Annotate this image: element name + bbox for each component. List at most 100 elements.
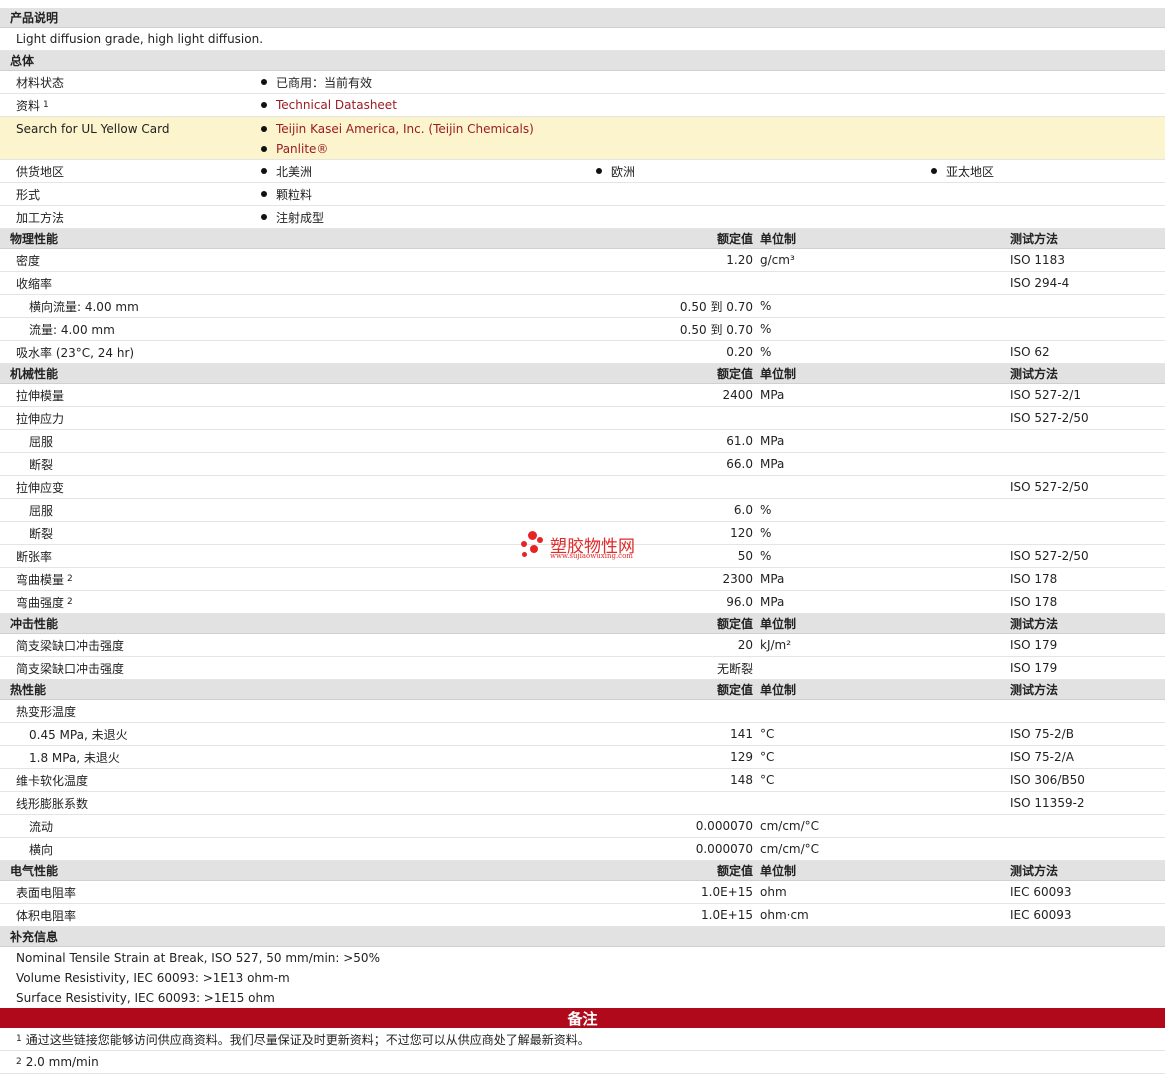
bullet-icon: [261, 146, 267, 152]
property-value: 0.50 到 0.70: [679, 299, 753, 314]
property-label: 简支梁缺口冲击强度: [16, 638, 125, 653]
section-title: 补充信息: [10, 930, 59, 944]
column-header-unit: 单位制: [760, 683, 797, 697]
section-title: 机械性能: [10, 367, 59, 381]
property-value: 1.0E+15: [701, 908, 753, 922]
property-label: 0.45 MPa, 未退火: [29, 727, 128, 742]
section-header-description: 产品说明: [0, 8, 1165, 28]
section-header-general: 总体: [0, 51, 1165, 71]
section-header-electrical: 电气性能 额定值 单位制 测试方法: [0, 861, 1165, 881]
property-unit: %: [760, 299, 772, 313]
bullet-icon: [261, 125, 267, 132]
property-value: 120: [730, 526, 753, 540]
column-header-nominal: 额定值: [716, 232, 753, 246]
property-row: 热变形温度: [0, 700, 1165, 723]
property-value: 1.20: [726, 253, 753, 267]
section-header-physical: 物理性能 额定值 单位制 测试方法: [0, 229, 1165, 249]
regions-label: 供货地区: [16, 164, 65, 179]
property-row: 拉伸模量 2400 MPa ISO 527-2/1: [0, 384, 1165, 407]
yellow-card-item: Panlite®: [261, 138, 328, 160]
bullet-icon: [261, 79, 267, 85]
property-method: ISO 178: [1010, 572, 1058, 586]
property-label: 断裂: [29, 457, 54, 472]
section-header-thermal: 热性能 额定值 单位制 测试方法: [0, 680, 1165, 700]
watermark-logo: 塑胶物性网 www.sujiaowuxing.com: [520, 527, 660, 567]
property-row: 屈服 61.0 MPa: [0, 430, 1165, 453]
property-value: 141: [730, 727, 753, 741]
property-unit: kJ/m²: [760, 638, 792, 652]
property-row: 简支梁缺口冲击强度 20 kJ/m² ISO 179: [0, 634, 1165, 657]
property-label: 屈服: [29, 503, 54, 518]
property-method: ISO 1183: [1010, 253, 1065, 267]
property-label: 吸水率 (23°C, 24 hr): [16, 345, 135, 360]
footnote-ref: 2: [67, 574, 73, 584]
property-label: 1.8 MPa, 未退火: [29, 750, 120, 765]
property-row: 收缩率 ISO 294-4: [0, 272, 1165, 295]
yellow-card-label: Search for UL Yellow Card: [16, 121, 170, 136]
property-row: 吸水率 (23°C, 24 hr) 0.20% ISO 62: [0, 341, 1165, 364]
property-unit: %: [760, 549, 772, 563]
info-item: Technical Datasheet: [261, 94, 397, 116]
property-row: 体积电阻率 1.0E+15 ohm·cm IEC 60093: [0, 904, 1165, 927]
property-unit: ohm: [760, 885, 787, 899]
property-value: 2300: [722, 572, 753, 586]
property-row: 横向流量: 4.00 mm 0.50 到 0.70%: [0, 295, 1165, 318]
property-row: 简支梁缺口冲击强度 无断裂 ISO 179: [0, 657, 1165, 680]
technical-datasheet-link[interactable]: Technical Datasheet: [276, 98, 397, 112]
property-value: 1.0E+15: [701, 885, 753, 899]
property-method: ISO 62: [1010, 345, 1050, 359]
form-item: 颗粒料: [261, 183, 312, 205]
watermark-url: www.sujiaowuxing.com: [550, 552, 633, 560]
property-unit: ohm·cm: [760, 908, 809, 922]
processing-row: 加工方法 注射成型: [0, 206, 1165, 229]
property-unit: MPa: [760, 572, 785, 586]
property-label: 表面电阻率: [16, 885, 77, 900]
property-unit: %: [760, 345, 772, 359]
property-unit: MPa: [760, 434, 785, 448]
panlite-link[interactable]: Panlite®: [276, 142, 328, 156]
property-row: 断裂 66.0 MPa: [0, 453, 1165, 476]
section-header-supplemental: 补充信息: [0, 927, 1165, 947]
property-method: ISO 527-2/1: [1010, 388, 1081, 402]
property-method: ISO 527-2/50: [1010, 480, 1089, 494]
property-row: 弯曲强度 2 96.0 MPa ISO 178: [0, 591, 1165, 614]
column-header-method: 测试方法: [1010, 683, 1059, 697]
property-method: IEC 60093: [1010, 908, 1072, 922]
column-header-method: 测试方法: [1010, 864, 1059, 878]
property-unit: °C: [760, 773, 775, 787]
property-label: 线形膨胀系数: [16, 796, 89, 811]
bullet-icon: [596, 168, 602, 174]
property-value: 6.0: [733, 503, 753, 517]
property-unit: MPa: [760, 388, 785, 402]
property-label: 断张率: [16, 549, 53, 564]
section-title: 热性能: [10, 683, 47, 697]
property-method: ISO 75-2/B: [1010, 727, 1074, 741]
description-row: Light diffusion grade, high light diffus…: [0, 28, 1165, 51]
section-title: 物理性能: [10, 232, 59, 246]
logo-dot: [521, 541, 527, 547]
column-header-unit: 单位制: [760, 367, 797, 381]
property-row: 0.45 MPa, 未退火 141 °C ISO 75-2/B: [0, 723, 1165, 746]
property-row: 横向 0.000070 cm/cm/°C: [0, 838, 1165, 861]
property-label: 拉伸应力: [16, 411, 65, 426]
property-unit: °C: [760, 727, 775, 741]
column-header-unit: 单位制: [760, 232, 797, 246]
processing-label: 加工方法: [16, 210, 65, 225]
property-value: 2400: [722, 388, 753, 402]
teijin-link[interactable]: Teijin Kasei America, Inc. (Teijin Chemi…: [276, 122, 534, 136]
property-unit: %: [760, 526, 772, 540]
property-label: 热变形温度: [16, 704, 77, 719]
logo-dot: [528, 531, 537, 540]
property-value: 0.000070: [695, 819, 753, 833]
property-label: 收缩率: [16, 276, 53, 291]
property-unit: %: [760, 322, 772, 336]
column-header-nominal: 额定值: [716, 864, 753, 878]
bullet-icon: [261, 214, 267, 220]
section-title: 电气性能: [10, 864, 59, 878]
footnote-row: 1 通过这些链接您能够访问供应商资料。我们尽量保证及时更新资料；不过您可以从供应商…: [0, 1028, 1165, 1051]
region-item: 欧洲: [596, 160, 635, 182]
property-value: 无断裂: [716, 661, 753, 676]
property-value: 61.0: [726, 434, 753, 448]
property-label: 体积电阻率: [16, 908, 77, 923]
supplemental-line: Surface Resistivity, IEC 60093: >1E15 oh…: [16, 991, 275, 1005]
